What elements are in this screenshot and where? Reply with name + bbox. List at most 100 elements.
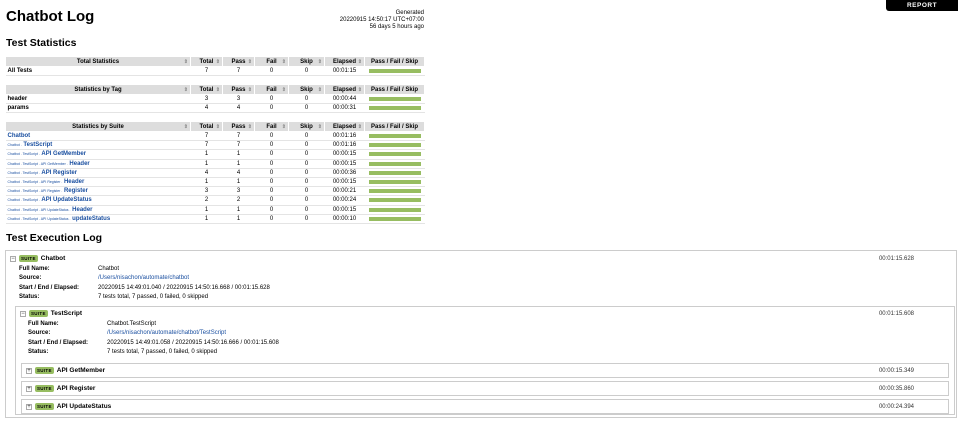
sort-icon[interactable]: ⇕ bbox=[358, 124, 362, 130]
row-name[interactable]: Chatbot . TestScript . API UpdateStatus bbox=[5, 195, 191, 206]
table-row: Chatbot . TestScript . API UpdateStatus … bbox=[5, 205, 425, 215]
cell-fail: 0 bbox=[254, 205, 289, 215]
column-name[interactable]: Total Statistics ⇕ bbox=[5, 56, 191, 67]
suite-name: API GetMember bbox=[56, 367, 106, 374]
column-skip[interactable]: Skip ⇕ bbox=[288, 84, 325, 95]
column-pass[interactable]: Pass ⇕ bbox=[222, 84, 255, 95]
row-name[interactable]: Chatbot bbox=[5, 131, 191, 142]
column-elapsed[interactable]: Elapsed ⇕ bbox=[324, 121, 365, 132]
suite-link[interactable]: Chatbot . TestScript . API UpdateStatus … bbox=[8, 216, 111, 222]
sort-icon[interactable]: ⇕ bbox=[248, 124, 252, 130]
suite-name: API Register bbox=[56, 385, 96, 392]
expand-icon[interactable]: + bbox=[26, 403, 32, 410]
suite-link[interactable]: Chatbot . TestScript . API Register . Re… bbox=[8, 188, 88, 194]
label-times: Start / End / Elapsed: bbox=[28, 339, 89, 346]
suite-child: + SUITE API GetMember 00:00:15.349 bbox=[21, 363, 949, 378]
sort-icon[interactable]: ⇕ bbox=[216, 87, 220, 93]
suite-child-header[interactable]: + SUITE API Register bbox=[26, 385, 95, 392]
row-name[interactable]: Chatbot . TestScript . API GetMember bbox=[5, 149, 191, 160]
row-name[interactable]: Chatbot . TestScript . API Register . Re… bbox=[5, 186, 191, 197]
cell-fail: 0 bbox=[254, 131, 289, 142]
table-row: Chatbot . TestScript . API GetMember 1 1 0 0… bbox=[5, 149, 425, 160]
cell-elapsed: 00:00:21 bbox=[324, 186, 365, 197]
pass-fail-skip-graph bbox=[364, 140, 425, 151]
sort-icon[interactable]: ⇕ bbox=[318, 124, 322, 130]
column-fail[interactable]: Fail ⇕ bbox=[254, 121, 289, 132]
suite-link[interactable]: Chatbot . TestScript bbox=[8, 142, 53, 148]
sort-icon[interactable]: ⇕ bbox=[184, 87, 188, 93]
suite-link[interactable]: Chatbot . TestScript . API GetMember . H… bbox=[8, 161, 90, 167]
sort-icon[interactable]: ⇕ bbox=[282, 59, 286, 65]
sort-icon[interactable]: ⇕ bbox=[216, 59, 220, 65]
sort-icon[interactable]: ⇕ bbox=[318, 87, 322, 93]
suite-child-header[interactable]: + SUITE API GetMember bbox=[26, 367, 105, 374]
report-button[interactable]: REPORT bbox=[886, 0, 958, 11]
sort-icon[interactable]: ⇕ bbox=[358, 59, 362, 65]
cell-skip: 0 bbox=[288, 186, 325, 197]
column-name[interactable]: Statistics by Tag ⇕ bbox=[5, 84, 191, 95]
column-pass[interactable]: Pass ⇕ bbox=[222, 56, 255, 67]
cell-elapsed: 00:00:10 bbox=[324, 214, 365, 224]
expand-icon[interactable]: + bbox=[26, 385, 32, 392]
sort-icon[interactable]: ⇕ bbox=[184, 124, 188, 130]
sort-icon[interactable]: ⇕ bbox=[216, 124, 220, 130]
column-total[interactable]: Total ⇕ bbox=[190, 121, 223, 132]
pass-fail-skip-graph bbox=[364, 177, 425, 188]
column-elapsed[interactable]: Elapsed ⇕ bbox=[324, 56, 365, 67]
row-name[interactable]: Chatbot . TestScript . API UpdateStatus … bbox=[5, 205, 191, 215]
pass-fail-skip-graph bbox=[364, 131, 425, 142]
suite-link[interactable]: Chatbot . TestScript . API GetMember bbox=[8, 151, 87, 157]
sort-icon[interactable]: ⇕ bbox=[282, 87, 286, 93]
column-elapsed[interactable]: Elapsed ⇕ bbox=[324, 84, 365, 95]
value-full-name: Chatbot.TestScript bbox=[107, 321, 157, 327]
suite-link[interactable]: Chatbot . TestScript . API Register . He… bbox=[8, 179, 85, 185]
sort-icon[interactable]: ⇕ bbox=[318, 59, 322, 65]
cell-fail: 0 bbox=[254, 214, 289, 224]
sort-icon[interactable]: ⇕ bbox=[282, 124, 286, 130]
cell-total: 2 bbox=[190, 195, 223, 206]
column-name[interactable]: Statistics by Suite ⇕ bbox=[5, 121, 191, 132]
column-fail[interactable]: Fail ⇕ bbox=[254, 56, 289, 67]
pass-fail-skip-graph bbox=[364, 186, 425, 197]
source-link[interactable]: /Users/nisachon/automate/chatbot/TestScr… bbox=[107, 329, 226, 338]
row-name[interactable]: Chatbot . TestScript . API GetMember . H… bbox=[5, 159, 191, 169]
table-row: Chatbot . TestScript 7 7 0 0 00:01:16 bbox=[5, 140, 425, 151]
source-link[interactable]: /Users/nisachon/automate/chatbot bbox=[98, 274, 189, 283]
table-row: Chatbot . TestScript . API UpdateStatus … bbox=[5, 214, 425, 224]
column-skip[interactable]: Skip ⇕ bbox=[288, 56, 325, 67]
column-total[interactable]: Total ⇕ bbox=[190, 84, 223, 95]
column-pass[interactable]: Pass ⇕ bbox=[222, 121, 255, 132]
suite-link[interactable]: Chatbot bbox=[8, 133, 31, 139]
row-name[interactable]: Chatbot . TestScript . API Register bbox=[5, 168, 191, 178]
column-skip[interactable]: Skip ⇕ bbox=[288, 121, 325, 132]
collapse-icon[interactable]: − bbox=[10, 255, 16, 262]
suite-child-header[interactable]: + SUITE API UpdateStatus bbox=[26, 403, 111, 410]
suite-testscript-header[interactable]: − SUITE TestScript bbox=[20, 310, 82, 317]
cell-pass: 7 bbox=[222, 131, 255, 142]
sort-icon[interactable]: ⇕ bbox=[358, 87, 362, 93]
suite-elapsed: 00:00:24.394 bbox=[878, 404, 914, 410]
pass-fail-skip-graph bbox=[364, 94, 425, 105]
sort-icon[interactable]: ⇕ bbox=[248, 87, 252, 93]
table-row: Chatbot . TestScript . API Register . Re… bbox=[5, 186, 425, 197]
cell-total: 4 bbox=[190, 168, 223, 178]
suite-link[interactable]: Chatbot . TestScript . API Register bbox=[8, 170, 78, 176]
suite-link[interactable]: Chatbot . TestScript . API UpdateStatus … bbox=[8, 207, 93, 213]
column-fail[interactable]: Fail ⇕ bbox=[254, 84, 289, 95]
sort-icon[interactable]: ⇕ bbox=[184, 59, 188, 65]
suite-chatbot-header[interactable]: − SUITE Chatbot bbox=[10, 255, 65, 262]
cell-pass: 7 bbox=[222, 140, 255, 151]
collapse-icon[interactable]: − bbox=[20, 310, 26, 317]
total-statistics-table: Total Statistics ⇕ Total ⇕ Pass ⇕ Fail ⇕ Skip ⇕ El… bbox=[5, 56, 425, 77]
row-name[interactable]: Chatbot . TestScript . API UpdateStatus … bbox=[5, 214, 191, 224]
cell-fail: 0 bbox=[254, 177, 289, 188]
row-name[interactable]: Chatbot . TestScript . API Register . He… bbox=[5, 177, 191, 188]
cell-elapsed: 00:00:15 bbox=[324, 205, 365, 215]
tag-statistics-table: Statistics by Tag ⇕ Total ⇕ Pass ⇕ Fail ⇕ Skip ⇕ E… bbox=[5, 84, 425, 114]
expand-icon[interactable]: + bbox=[26, 367, 32, 374]
column-total[interactable]: Total ⇕ bbox=[190, 56, 223, 67]
suite-elapsed: 00:00:35.860 bbox=[878, 386, 914, 392]
row-name[interactable]: Chatbot . TestScript bbox=[5, 140, 191, 151]
sort-icon[interactable]: ⇕ bbox=[248, 59, 252, 65]
suite-link[interactable]: Chatbot . TestScript . API UpdateStatus bbox=[8, 197, 92, 203]
